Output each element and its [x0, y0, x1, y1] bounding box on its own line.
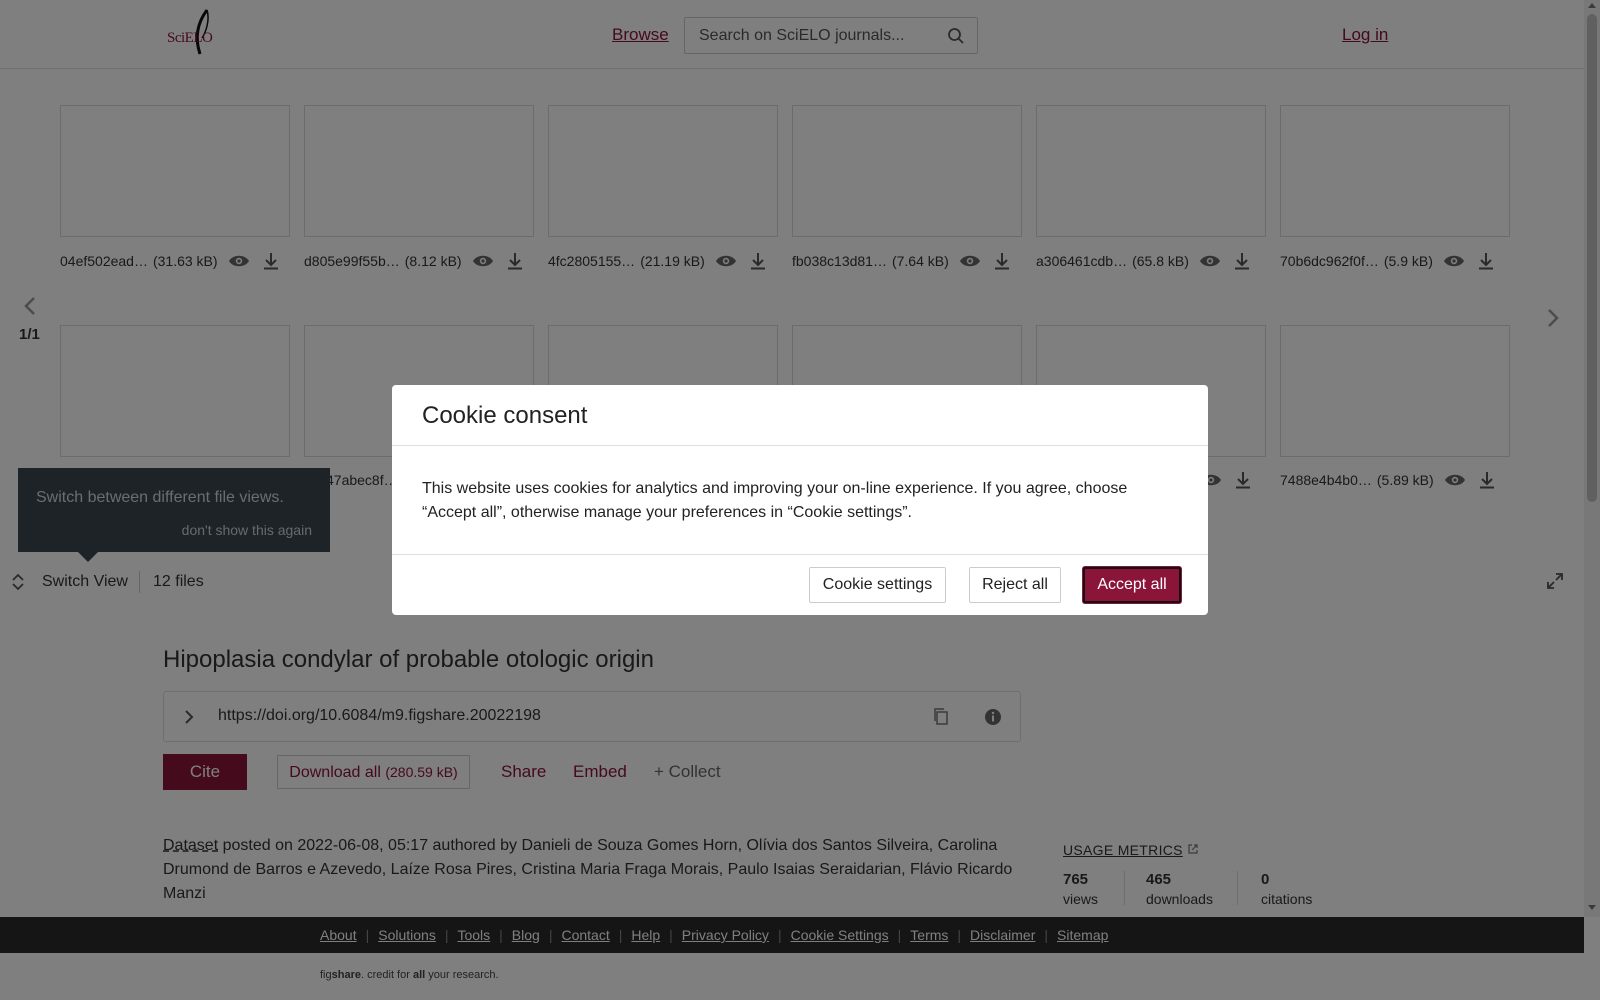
dialog-divider	[392, 445, 1208, 446]
accept-all-button[interactable]: Accept all	[1083, 567, 1181, 603]
dialog-body: This website uses cookies for analytics …	[422, 480, 1128, 521]
dialog-divider	[392, 554, 1208, 555]
cookie-settings-button[interactable]: Cookie settings	[809, 567, 946, 603]
reject-all-button[interactable]: Reject all	[969, 567, 1061, 603]
cookie-consent-dialog: Cookie consent This website uses cookies…	[392, 385, 1208, 615]
dialog-title: Cookie consent	[422, 402, 588, 429]
